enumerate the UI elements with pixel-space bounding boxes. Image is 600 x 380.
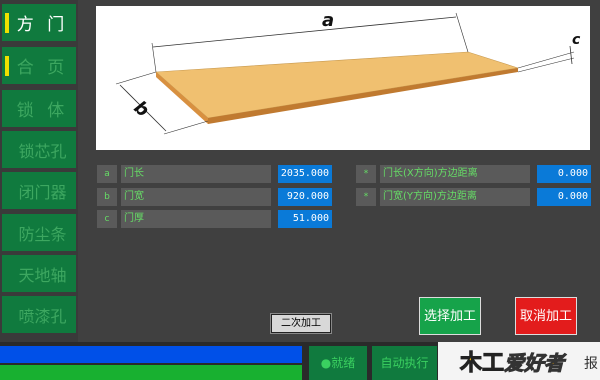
- nav-item-door-closer[interactable]: 闭门器: [2, 172, 76, 209]
- param-tag: b: [97, 188, 117, 206]
- sidebar-nav: 方 门 合 页 锁 体 锁芯孔 闭门器 防尘条 天地轴 喷漆孔: [0, 0, 78, 342]
- nav-item-label: 锁芯孔: [18, 141, 67, 161]
- logo-text: 爱好者: [504, 351, 565, 376]
- dim-c-line: [569, 45, 573, 65]
- param-label: 门厚: [121, 210, 271, 228]
- nav-item-label: 喷漆孔: [18, 306, 67, 326]
- door-thickness-input[interactable]: 51.000: [278, 210, 332, 228]
- auto-execute-status[interactable]: 自动执行: [372, 346, 437, 380]
- nav-item-hinge[interactable]: 合 页: [2, 47, 76, 84]
- param-tag: c: [97, 210, 117, 228]
- nav-item-label: 闭门器: [18, 182, 67, 202]
- dim-c-label: c: [572, 32, 581, 48]
- dim-a-ext-right: [455, 12, 469, 53]
- nav-item-lock-cylinder-hole[interactable]: 锁芯孔: [2, 131, 76, 168]
- nav-item-label: 防尘条: [18, 224, 67, 244]
- param-label: 门长(X方向)方边距离: [380, 165, 530, 183]
- param-row-x-edge: * 门长(X方向)方边距离 0.000: [356, 165, 591, 183]
- board-top-face: [155, 51, 519, 119]
- param-label: 门长: [121, 165, 271, 183]
- param-tag: a: [97, 165, 117, 183]
- dim-a-line: [152, 16, 457, 48]
- nav-item-dust-strip[interactable]: 防尘条: [2, 214, 76, 251]
- dim-b-ext-top: [115, 71, 157, 85]
- param-tag: *: [356, 165, 376, 183]
- nav-item-spray-hole[interactable]: 喷漆孔: [2, 296, 76, 333]
- door-width-input[interactable]: 920.000: [278, 188, 332, 206]
- dim-b-ext-bottom: [163, 120, 209, 135]
- param-row-thickness: c 门厚 51.000: [97, 210, 333, 228]
- message-strip: [0, 346, 302, 363]
- param-row-width: b 门宽 920.000: [97, 188, 333, 206]
- select-process-button[interactable]: 选择加工: [419, 297, 481, 335]
- nav-item-lock-body[interactable]: 锁 体: [2, 90, 76, 127]
- ready-status: ●就绪: [309, 346, 367, 380]
- watermark-logo: 木工 爱好者 报: [438, 342, 600, 380]
- nav-item-label: 天地轴: [18, 265, 67, 285]
- param-row-y-edge: * 门宽(Y方向)方边距离 0.000: [356, 188, 591, 206]
- progress-strip: [0, 365, 302, 380]
- cancel-process-button[interactable]: 取消加工: [515, 297, 577, 335]
- x-edge-distance-input[interactable]: 0.000: [537, 165, 591, 183]
- secondary-process-button[interactable]: 二次加工: [270, 313, 332, 334]
- param-row-length: a 门长 2035.000: [97, 165, 333, 183]
- param-tag: *: [356, 188, 376, 206]
- logo-tail-text: 报: [584, 356, 598, 372]
- nav-item-pivot-axis[interactable]: 天地轴: [2, 255, 76, 292]
- param-label: 门宽(Y方向)方边距离: [380, 188, 530, 206]
- door-diagram: a b c: [96, 6, 590, 150]
- door-board-illustration: a b c: [115, 10, 581, 135]
- dim-a-ext-left: [151, 42, 157, 73]
- nav-item-label: 方 门: [16, 15, 69, 35]
- param-label: 门宽: [121, 188, 271, 206]
- nav-item-label: 锁 体: [16, 101, 69, 121]
- door-length-input[interactable]: 2035.000: [278, 165, 332, 183]
- y-edge-distance-input[interactable]: 0.000: [537, 188, 591, 206]
- nav-item-label: 合 页: [16, 58, 69, 78]
- logo-mark: 木工: [459, 351, 505, 377]
- nav-item-square-door[interactable]: 方 门: [2, 4, 76, 41]
- dim-a-label: a: [322, 10, 334, 31]
- dim-b-label: b: [130, 97, 153, 121]
